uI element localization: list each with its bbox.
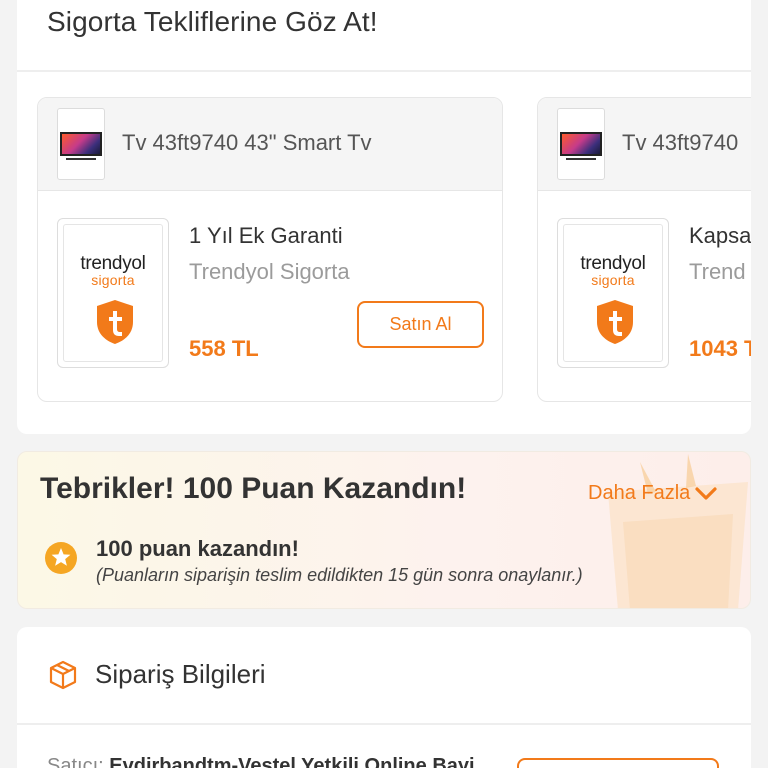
show-more-link[interactable]: Daha Fazla <box>588 482 718 505</box>
star-coin-icon <box>45 542 77 574</box>
trendyol-sigorta-logo: trendyol sigorta <box>557 218 669 368</box>
divider <box>17 723 751 725</box>
offer-product-name: Tv 43ft9740 43" Smart Tv <box>122 130 372 155</box>
show-more-label: Daha Fazla <box>588 482 691 504</box>
shield-icon <box>97 300 133 344</box>
trendyol-sigorta-logo: trendyol sigorta <box>57 218 169 368</box>
logo-sub: sigorta <box>591 272 635 288</box>
insurance-offers-carousel[interactable]: Tv 43ft9740 43" Smart Tv trendyol sigort… <box>37 97 751 407</box>
buy-button[interactable]: Satın Al <box>357 301 484 348</box>
tv-product-thumbnail <box>557 108 605 180</box>
order-info-title: Sipariş Bilgileri <box>95 659 266 689</box>
shield-icon <box>597 300 633 344</box>
offer-provider: Trendyol Sigorta <box>189 259 350 284</box>
insurance-offer-card[interactable]: Tv 43ft9740 43" Smart Tv trendyol sigort… <box>37 97 503 402</box>
seller-name[interactable]: Evdirbandtm-Vestel Yetkili Online Bayi <box>109 755 474 768</box>
seller-action-button[interactable] <box>517 758 719 768</box>
order-info-card: Sipariş Bilgileri Satıcı: Evdirbandtm-Ve… <box>17 627 751 768</box>
offer-plan-name: Kapsa <box>689 223 751 248</box>
offer-product-name: Tv 43ft9740 <box>622 130 739 155</box>
insurance-offer-card[interactable]: Tv 43ft9740 trendyol sigorta Kapsa Trend… <box>537 97 751 402</box>
logo-sub: sigorta <box>91 272 135 288</box>
offer-provider: Trend <box>689 259 746 284</box>
points-approval-note: (Puanların siparişin teslim edildikten 1… <box>96 565 583 585</box>
package-icon <box>49 660 77 690</box>
offer-plan-name: 1 Yıl Ek Garanti <box>189 223 343 248</box>
insurance-offers-card: Sigorta Tekliflerine Göz At! Tv 43ft9740… <box>17 0 751 434</box>
points-earned-card: Tebrikler! 100 Puan Kazandın! Daha Fazla… <box>17 451 751 609</box>
insurance-title: Sigorta Tekliflerine Göz At! <box>47 6 378 37</box>
tv-product-thumbnail <box>57 108 105 180</box>
offer-price: 1043 T <box>689 336 751 361</box>
chevron-down-icon <box>695 486 717 500</box>
seller-info: Satıcı: Evdirbandtm-Vestel Yetkili Onlin… <box>47 755 475 768</box>
seller-label: Satıcı: <box>47 755 104 768</box>
offer-product-header: Tv 43ft9740 <box>538 98 751 191</box>
divider <box>17 70 751 72</box>
screen: Sigorta Tekliflerine Göz At! Tv 43ft9740… <box>0 0 768 768</box>
offer-price: 558 TL <box>189 336 259 361</box>
points-earned-text: 100 puan kazandın! <box>96 536 299 561</box>
offer-product-header: Tv 43ft9740 43" Smart Tv <box>38 98 502 191</box>
gift-bag-icon <box>608 454 748 608</box>
points-title: Tebrikler! 100 Puan Kazandın! <box>40 472 467 505</box>
